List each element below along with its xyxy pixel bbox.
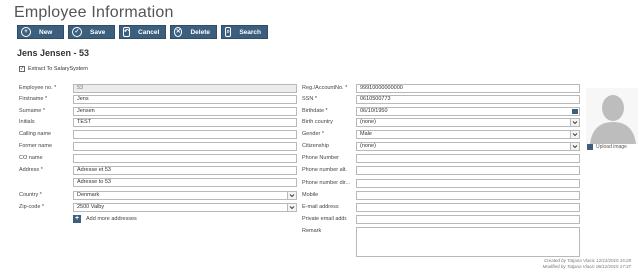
phone-label: Phone Number [302, 155, 339, 161]
remark-label: Remark [302, 228, 322, 234]
address-line1-field[interactable]: Adresse et 53 [73, 166, 297, 175]
cancel-icon: ↶ [123, 27, 131, 37]
private-email-field[interactable] [356, 215, 580, 224]
avatar [586, 88, 638, 144]
remark-textarea[interactable] [356, 227, 580, 257]
initials-field[interactable]: TEST [73, 118, 297, 127]
delete-x-icon: ✕ [174, 27, 183, 37]
initials-label: Initials [19, 119, 35, 125]
chevron-down-icon [572, 121, 578, 125]
chevron-down-icon [289, 206, 295, 210]
gender-label: Gender * [302, 131, 325, 137]
new-button-label: New [39, 28, 53, 36]
employee-no-label: Employee no. * [19, 85, 57, 91]
search-icon: ⌕ [225, 27, 232, 37]
firstname-field[interactable]: Jens [73, 95, 297, 104]
upload-icon [587, 144, 593, 150]
citizenship-label: Citizenship [302, 143, 329, 149]
phone-alt-label: Phone number alt. [302, 167, 347, 173]
delete-button-label: Delete [190, 28, 210, 36]
phone-alt-field[interactable] [356, 166, 580, 175]
birth-country-select[interactable]: (none) [356, 118, 580, 127]
former-name-label: Former name [19, 143, 53, 149]
email-label: E-mail address [302, 204, 339, 210]
address-line2-field[interactable]: Adresse to 53 [73, 178, 297, 187]
plus-circle-icon: + [21, 27, 31, 37]
citizenship-select[interactable]: (none) [356, 142, 580, 151]
birth-country-label: Birth country [302, 119, 333, 125]
surname-label: Surname * [19, 108, 45, 114]
citizenship-value: (none) [360, 143, 376, 149]
birthdate-field[interactable]: 06/10/1950 [356, 107, 580, 116]
mobile-label: Mobile [302, 192, 319, 198]
new-button[interactable]: + New [17, 25, 64, 39]
gender-select[interactable]: Male [356, 130, 580, 139]
upload-image-link[interactable]: Upload image [587, 144, 627, 150]
search-button-label: Search [239, 28, 261, 36]
reg-account-label: Reg./AccountNo. * [302, 85, 348, 91]
surname-field[interactable]: Jensen [73, 107, 297, 116]
country-value: Denmark [77, 192, 100, 198]
upload-image-label: Upload image [596, 144, 627, 150]
calling-name-field[interactable] [73, 130, 297, 139]
calling-name-label: Calling name [19, 131, 52, 137]
chevron-down-icon [572, 133, 578, 137]
audit-info: Created by Tatjana Vlacic 12/11/2015 15:… [543, 258, 631, 270]
check-circle-icon: ✓ [72, 27, 82, 37]
former-name-field[interactable] [73, 142, 297, 151]
search-button[interactable]: ⌕ Search [221, 25, 268, 39]
birthdate-value: 06/10/1950 [360, 108, 388, 114]
zip-select[interactable]: 2500 Valby [73, 203, 297, 212]
cancel-button-label: Cancel [138, 28, 160, 36]
mobile-field[interactable] [356, 191, 580, 200]
calendar-icon[interactable] [572, 109, 578, 114]
cancel-button[interactable]: ↶ Cancel [119, 25, 166, 39]
plus-icon: + [73, 215, 81, 223]
ssn-field[interactable]: 0610500773 [356, 95, 580, 104]
firstname-label: Firstname * [19, 96, 48, 102]
phone-dir-field[interactable] [356, 179, 580, 188]
delete-button[interactable]: ✕ Delete [170, 25, 217, 39]
gender-value: Male [360, 131, 372, 137]
birthdate-label: Birthdate * [302, 108, 328, 114]
toolbar: + New ✓ Save ↶ Cancel ✕ Delete ⌕ Search [17, 25, 268, 39]
private-email-label: Private email addr. [302, 216, 348, 222]
add-more-addresses-link[interactable]: + Add more addresses [73, 215, 137, 223]
country-label: Country * [19, 192, 42, 198]
employee-no-field[interactable]: 53 [73, 84, 297, 93]
chevron-down-icon [289, 194, 295, 198]
phone-field[interactable] [356, 154, 580, 163]
employee-heading: Jens Jensen - 53 [17, 48, 90, 58]
zip-value: 2500 Valby [77, 204, 105, 210]
save-button-label: Save [90, 28, 106, 36]
zip-label: Zip-code * [19, 204, 45, 210]
ssn-label: SSN * [302, 96, 317, 102]
reg-account-field[interactable]: 99910000000000 [356, 84, 580, 93]
country-select[interactable]: Denmark [73, 191, 297, 200]
extract-checkbox[interactable]: ✓ [19, 66, 25, 72]
page-title: Employee Information [14, 4, 174, 21]
co-name-field[interactable] [73, 154, 297, 163]
extract-label: Extract To SalarySystem [28, 66, 88, 72]
co-name-label: CO name [19, 155, 43, 161]
birth-country-value: (none) [360, 119, 376, 125]
person-silhouette-icon [590, 95, 636, 144]
address-label: Address * [19, 167, 43, 173]
extract-checkbox-row[interactable]: ✓ Extract To SalarySystem [19, 66, 88, 72]
email-field[interactable] [356, 203, 580, 212]
phone-dir-label: Phone number dir... [302, 180, 351, 186]
chevron-down-icon [572, 145, 578, 149]
save-button[interactable]: ✓ Save [68, 25, 115, 39]
add-more-label: Add more addresses [86, 216, 137, 222]
modified-by-text: Modified by Tatjana Vlacic 06/12/2015 17… [542, 264, 631, 269]
